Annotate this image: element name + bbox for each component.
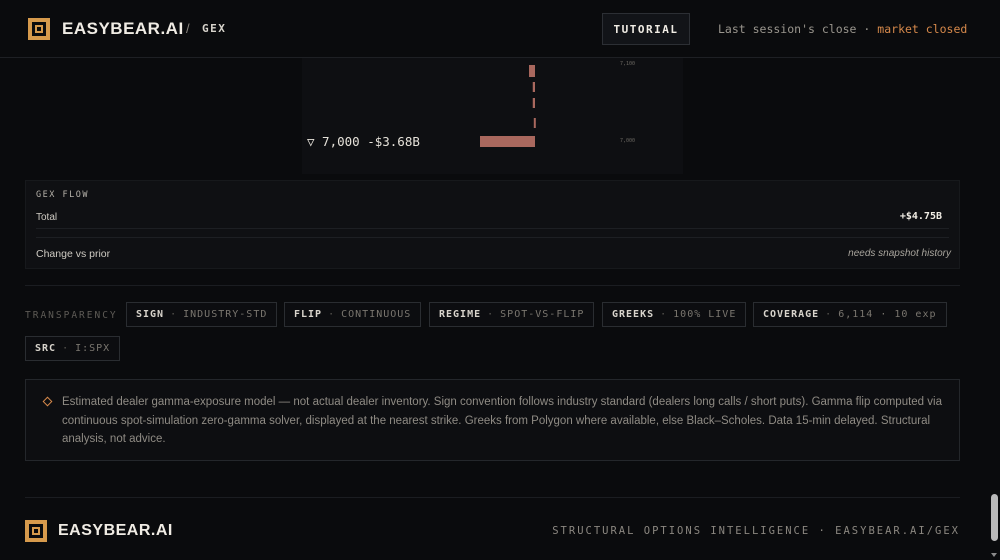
easybear-logo-icon[interactable]: [28, 18, 50, 40]
tick-label: 7,000: [620, 138, 635, 144]
chip-value: I:SPX: [75, 343, 111, 354]
gex-flow-change-label: Change vs prior: [36, 248, 111, 260]
chip-key: GREEKS: [612, 309, 655, 320]
brand-name[interactable]: EASYBEAR.AI: [62, 19, 184, 39]
session-text: Last session's close: [718, 22, 857, 36]
chip-value: SPOT-VS-FLIP: [500, 309, 585, 320]
gex-flow-total-label: Total: [36, 212, 58, 223]
tick-label: 7,100: [620, 61, 635, 67]
chip-flip: FLIP · CONTINUOUS: [284, 302, 422, 327]
chip-value: 100% LIVE: [673, 309, 737, 320]
chip-sign: SIGN · INDUSTRY-STD: [126, 302, 278, 327]
gex-flow-total-value: +$4.75B: [899, 211, 942, 222]
diamond-icon: [42, 396, 53, 407]
strike-annotation: ▽ 7,000 -$3.68B: [307, 134, 420, 149]
chip-greeks: GREEKS · 100% LIVE: [602, 302, 747, 327]
tutorial-button[interactable]: TUTORIAL: [602, 13, 690, 45]
breadcrumb-page: GEX: [202, 22, 227, 35]
chip-key: FLIP: [294, 309, 323, 320]
top-header: EASYBEAR.AI / GEX TUTORIAL Last session'…: [0, 0, 1000, 58]
breadcrumb-separator: /: [186, 21, 190, 36]
divider: [36, 237, 949, 238]
gex-bar: [532, 98, 535, 108]
disclaimer-notice: Estimated dealer gamma-exposure model — …: [25, 379, 960, 461]
scroll-down-arrow-icon[interactable]: [991, 553, 997, 557]
gex-bar: [480, 136, 535, 147]
divider: [25, 497, 960, 498]
scroll-thumb[interactable]: [991, 494, 998, 541]
gex-bar: [533, 118, 536, 128]
gex-bar: [529, 65, 535, 77]
gex-chart-panel: 7,100 7,000 ▽ 7,000 -$3.68B: [302, 58, 683, 174]
gex-flow-panel: GEX FLOW Total +$4.75B Change vs prior n…: [25, 180, 960, 269]
transparency-label: TRANSPARENCY: [25, 310, 118, 321]
footer-logo-icon[interactable]: [25, 520, 47, 542]
chip-value: CONTINUOUS: [341, 309, 412, 320]
gex-flow-change-value: needs snapshot history: [848, 248, 951, 259]
session-separator: ·: [863, 22, 871, 36]
chip-value: 6,114 · 10 exp: [838, 309, 937, 320]
chip-regime: REGIME · SPOT-VS-FLIP: [429, 302, 595, 327]
gex-bar: [532, 82, 535, 92]
footer-tagline: STRUCTURAL OPTIONS INTELLIGENCE · EASYBE…: [552, 525, 960, 537]
session-status: Last session's close · market closed: [718, 22, 967, 36]
gex-flow-title: GEX FLOW: [36, 190, 89, 200]
chip-value: INDUSTRY-STD: [183, 309, 268, 320]
chip-coverage: COVERAGE · 6,114 · 10 exp: [753, 302, 947, 327]
disclaimer-text: Estimated dealer gamma-exposure model — …: [62, 396, 942, 445]
chip-src: SRC · I:SPX: [25, 336, 121, 361]
chip-key: COVERAGE: [763, 309, 820, 320]
divider: [36, 228, 949, 229]
gex-strike-chart: 7,100 7,000 ▽ 7,000 -$3.68B: [307, 61, 635, 149]
page-scrollbar[interactable]: [988, 0, 1000, 560]
chip-key: REGIME: [439, 309, 482, 320]
market-status: market closed: [877, 22, 968, 36]
footer-brand[interactable]: EASYBEAR.AI: [58, 522, 173, 540]
divider: [25, 285, 960, 286]
chip-key: SRC: [35, 343, 57, 354]
chip-key: SIGN: [136, 309, 165, 320]
